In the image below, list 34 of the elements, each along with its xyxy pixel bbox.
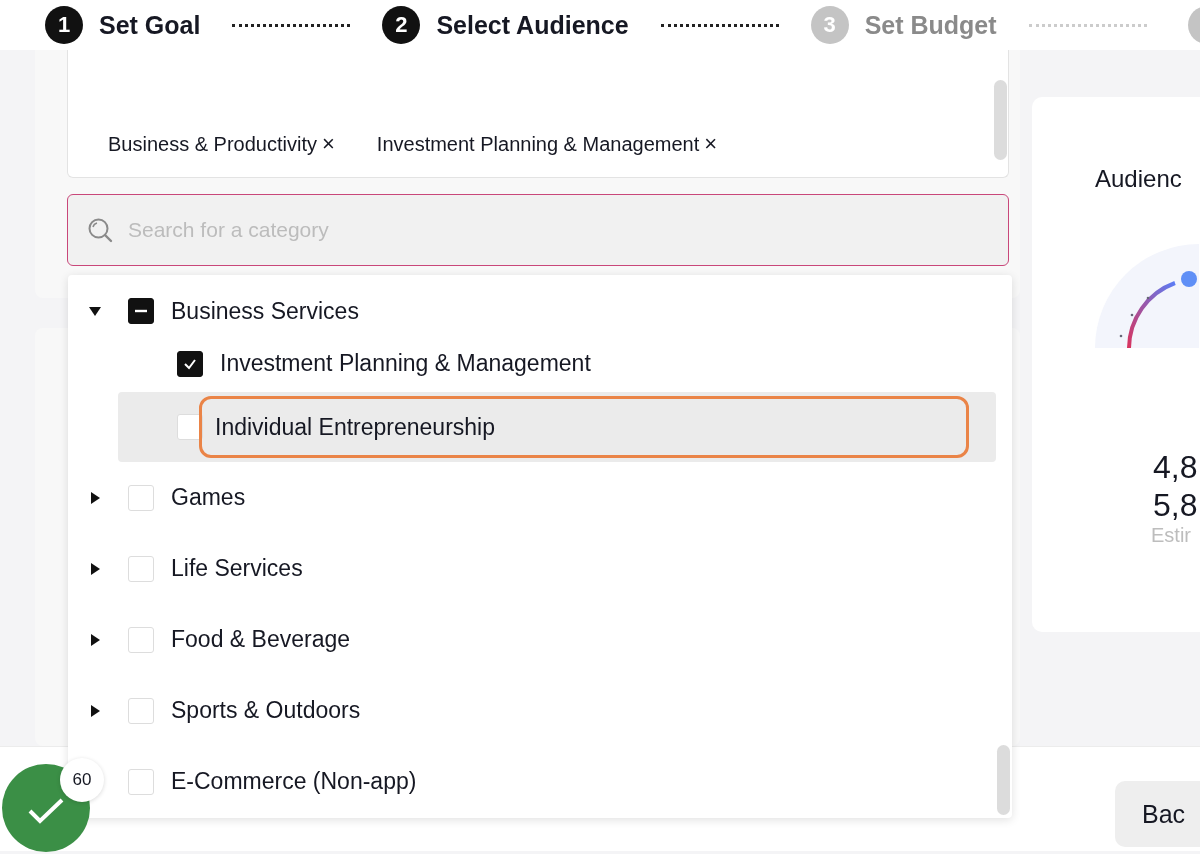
scrollbar[interactable] [997, 745, 1010, 815]
expand-arrow-icon[interactable] [88, 561, 102, 576]
category-label[interactable]: Food & Beverage [171, 626, 350, 653]
remove-tag-button[interactable]: × [704, 131, 718, 157]
category-label[interactable]: Individual Entrepreneurship [199, 396, 969, 458]
expand-arrow-icon[interactable] [88, 703, 102, 718]
checkbox[interactable] [177, 350, 203, 377]
checkbox[interactable] [128, 298, 154, 324]
category-label[interactable]: Business Services [171, 297, 359, 325]
remove-tag-button[interactable]: × [322, 131, 335, 157]
back-button[interactable]: Bac [1115, 781, 1200, 847]
step-label[interactable]: Select Audience [436, 10, 629, 40]
category-label[interactable]: Investment Planning & Management [220, 350, 591, 377]
step-number: 3 [810, 6, 849, 44]
minus-icon [135, 309, 147, 313]
search-icon [87, 217, 113, 243]
expand-arrow-icon[interactable] [88, 490, 102, 505]
step-number: 1 [45, 6, 83, 44]
category-label[interactable]: Sports & Outdoors [171, 697, 361, 724]
category-label[interactable]: Life Services [171, 555, 303, 582]
step-label[interactable]: Set Goal [99, 10, 201, 40]
check-icon [26, 796, 66, 826]
expand-arrow-icon[interactable] [88, 304, 102, 318]
step-number: 2 [382, 6, 421, 44]
tag-label: Business & Productivity [108, 132, 317, 156]
category-label[interactable]: Games [171, 484, 246, 511]
audience-range: 4,8 [1153, 448, 1199, 486]
expand-arrow-icon[interactable] [88, 632, 102, 647]
category-label[interactable]: E-Commerce (Non-app) [171, 768, 417, 795]
card-title: Audienc [1095, 165, 1183, 193]
tag-label: Investment Planning & Management [376, 132, 700, 156]
audience-range: 5,8 [1153, 486, 1199, 524]
scrollbar[interactable] [994, 80, 1007, 160]
caption: Estir [1151, 524, 1192, 547]
